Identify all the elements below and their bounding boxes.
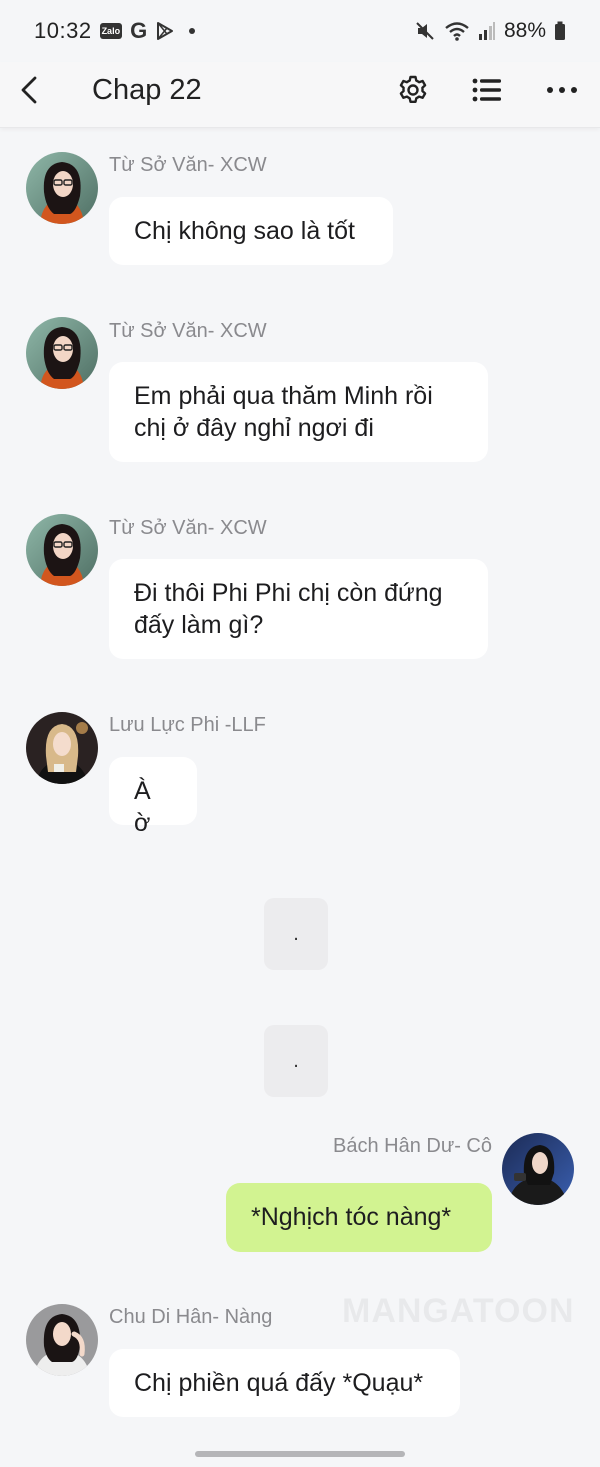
sender-name: Từ Sở Văn- XCW (109, 154, 267, 176)
narration-text: . (293, 922, 299, 945)
message-text-line: Em phải qua thăm Minh rồi (134, 382, 433, 410)
sender-name: Từ Sở Văn- XCW (109, 517, 267, 539)
message-bubble[interactable]: Đi thôi Phi Phi chị còn đứng đấy làm gì? (109, 559, 488, 659)
message-bubble[interactable]: À ờ (109, 757, 197, 837)
watermark: MANGATOON (342, 1292, 575, 1330)
more-icon (547, 87, 577, 93)
sender-name: Lưu Lực Phi -LLF (109, 714, 266, 736)
message-text: À ờ (134, 777, 151, 837)
signal-icon (478, 21, 496, 41)
avatar[interactable] (26, 514, 98, 586)
avatar[interactable] (26, 1304, 98, 1376)
settings-button[interactable] (393, 70, 433, 110)
message-bubble-mine[interactable]: *Nghịch tóc nàng* (226, 1183, 492, 1252)
chat-screen: 10:32 Zalo G 88% Chap 22 Từ Sở Văn- XCW … (0, 0, 600, 1467)
message-text-line: chị ở đây nghỉ ngơi đi (134, 414, 374, 442)
status-bar: 10:32 Zalo G 88% (0, 0, 600, 62)
sender-name: Chu Di Hân- Nàng (109, 1306, 273, 1328)
battery-percentage: 88% (503, 19, 546, 42)
narration-bubble[interactable]: . (264, 1025, 328, 1097)
message-bubble[interactable]: Chị phiền quá đấy *Quạu* (109, 1349, 460, 1417)
sender-name: Bách Hân Dư- Cô (332, 1135, 492, 1157)
back-icon (21, 76, 37, 104)
google-notification-icon: G (130, 18, 148, 43)
back-button[interactable] (12, 72, 48, 108)
narration-bubble[interactable]: . (264, 898, 328, 970)
battery-icon (554, 21, 566, 41)
more-options-button[interactable] (542, 70, 582, 110)
wifi-icon (444, 20, 470, 42)
narration-text: . (293, 1049, 299, 1072)
message-bubble[interactable]: Em phải qua thăm Minh rồi chị ở đây nghỉ… (109, 362, 488, 462)
mute-icon (414, 20, 436, 42)
more-notifications-dot (189, 28, 196, 34)
avatar[interactable] (26, 317, 98, 389)
status-left: 10:32 Zalo G (34, 18, 196, 44)
message-bubble[interactable]: Chị không sao là tốt (109, 197, 393, 265)
play-store-icon (155, 21, 175, 41)
message-text: *Nghịch tóc nàng* (251, 1203, 452, 1231)
avatar[interactable] (26, 152, 98, 224)
chapter-list-button[interactable] (467, 70, 507, 110)
app-bar: Chap 22 (0, 62, 600, 128)
status-time: 10:32 (34, 18, 92, 43)
gear-icon (399, 75, 427, 103)
message-text: Chị phiền quá đấy *Quạu* (134, 1369, 424, 1397)
message-text-line: đấy làm gì? (134, 611, 264, 639)
home-indicator[interactable] (195, 1451, 405, 1457)
avatar[interactable] (502, 1133, 574, 1205)
message-text: Chị không sao là tốt (134, 217, 355, 245)
sender-name: Từ Sở Văn- XCW (109, 320, 267, 342)
zalo-notification-icon: Zalo (99, 23, 123, 39)
list-icon (472, 78, 501, 102)
status-right: 88% (414, 19, 566, 43)
avatar[interactable] (26, 712, 98, 784)
message-text-line: Đi thôi Phi Phi chị còn đứng (134, 579, 443, 607)
page-title: Chap 22 (92, 74, 202, 106)
